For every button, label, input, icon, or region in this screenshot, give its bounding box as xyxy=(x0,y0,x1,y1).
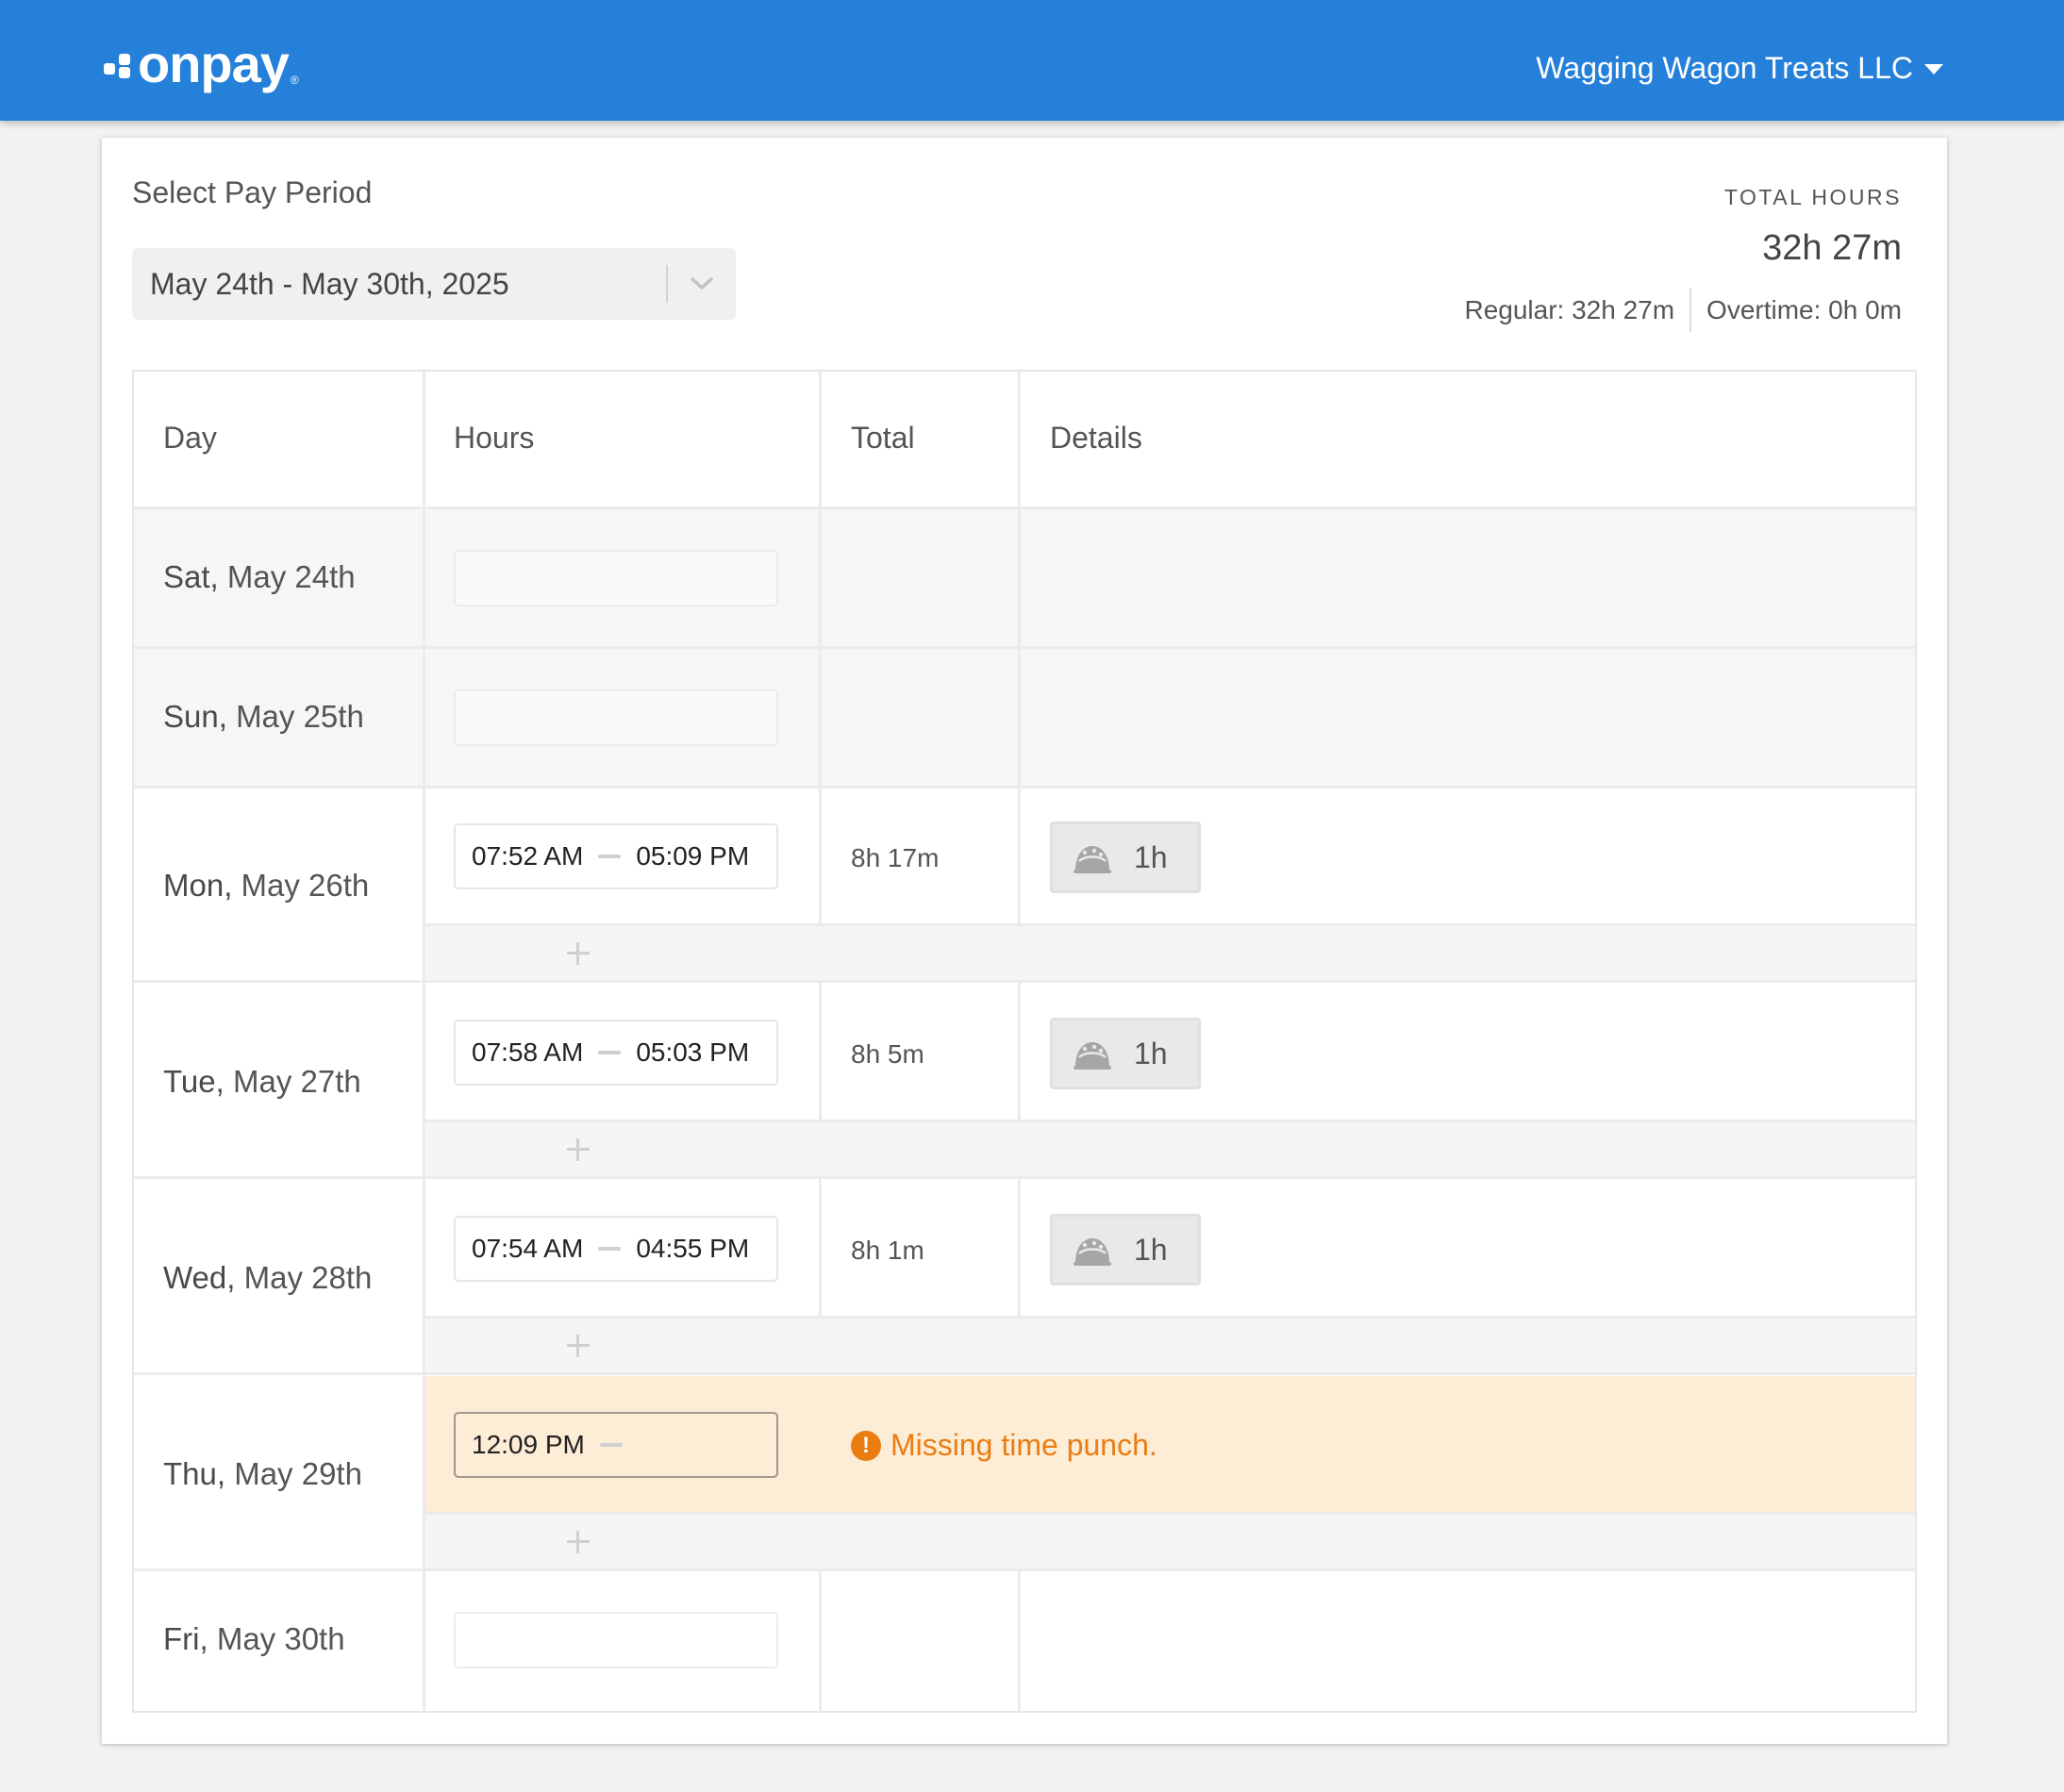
day-total: 8h 1m xyxy=(851,1236,924,1265)
day-date: May 28th xyxy=(243,1260,373,1295)
day-of-week: Thu, xyxy=(163,1456,226,1491)
time-range-dash xyxy=(599,1443,623,1447)
day-of-week: Mon, xyxy=(163,868,233,903)
caret-down-icon xyxy=(1924,63,1943,75)
time-range-dash xyxy=(598,1247,622,1251)
clock-in-time: 07:54 AM xyxy=(472,1234,584,1263)
meal-break-icon xyxy=(1074,1238,1111,1266)
add-punch-strip xyxy=(425,1122,1915,1177)
break-duration: 1h xyxy=(1134,839,1168,874)
clock-out-time: 05:09 PM xyxy=(636,841,750,871)
plus-icon[interactable] xyxy=(565,940,591,967)
time-range-dash xyxy=(598,855,622,858)
hours-input[interactable] xyxy=(454,550,778,606)
timesheet-card: Select Pay Period May 24th - May 30th, 2… xyxy=(102,138,1947,1744)
column-header-details: Details xyxy=(1050,421,1142,455)
add-punch-strip xyxy=(425,1515,1915,1569)
hours-input[interactable]: 07:54 AM 04:55 PM xyxy=(454,1216,778,1282)
hours-input[interactable]: 07:58 AM 05:03 PM xyxy=(454,1020,778,1086)
hours-input[interactable]: 07:52 AM 05:09 PM xyxy=(454,823,778,889)
time-range-dash xyxy=(598,1051,622,1054)
day-date: May 26th xyxy=(241,868,370,903)
chevron-down-icon[interactable] xyxy=(668,248,736,320)
hours-input[interactable] xyxy=(454,1612,778,1668)
top-bar: onpay ® Wagging Wagon Treats LLC xyxy=(0,0,2064,121)
day-of-week: Tue, xyxy=(163,1064,225,1099)
breakdown-divider xyxy=(1689,289,1692,332)
missing-punch-warning: ! Missing time punch. xyxy=(851,1428,1157,1463)
day-label: Sat, May 24th xyxy=(163,559,356,595)
timesheet-table: Day Hours Total Details Sat, May 24th Su… xyxy=(132,370,1917,1713)
meal-break-icon xyxy=(1074,1042,1111,1070)
total-hours-title: TOTAL HOURS xyxy=(1723,185,1902,209)
company-name: Wagging Wagon Treats LLC xyxy=(1536,51,1913,85)
plus-icon[interactable] xyxy=(565,1137,591,1163)
column-header-hours: Hours xyxy=(454,421,535,455)
clock-in-time: 07:58 AM xyxy=(472,1037,584,1067)
column-header-day: Day xyxy=(163,421,217,455)
meal-break-button[interactable]: 1h xyxy=(1050,1214,1201,1286)
break-duration: 1h xyxy=(1134,1036,1168,1070)
meal-break-button[interactable]: 1h xyxy=(1050,821,1201,893)
logo-mark-icon xyxy=(104,54,132,82)
day-of-week: Sat, xyxy=(163,559,219,594)
hours-breakdown: Regular: 32h 27m Overtime: 0h 0m xyxy=(1464,289,1902,332)
day-total: 8h 17m xyxy=(851,843,940,872)
pay-period-label: Select Pay Period xyxy=(132,175,373,209)
add-punch-strip xyxy=(425,1319,1915,1373)
day-of-week: Sun, xyxy=(163,699,227,734)
day-label: Thu, May 29th xyxy=(163,1456,362,1492)
day-date: May 27th xyxy=(232,1064,361,1099)
day-of-week: Fri, xyxy=(163,1621,208,1656)
clock-in-time: 07:52 AM xyxy=(472,841,584,871)
logo-registered-mark: ® xyxy=(290,74,299,87)
pay-period-value: May 24th - May 30th, 2025 xyxy=(150,266,509,301)
weekend-rows-bg xyxy=(134,509,1915,788)
clock-out-time: 04:55 PM xyxy=(636,1234,750,1263)
overtime-hours: Overtime: 0h 0m xyxy=(1706,295,1902,324)
logo-text: onpay xyxy=(138,34,290,93)
day-label: Mon, May 26th xyxy=(163,868,369,904)
day-label: Wed, May 28th xyxy=(163,1260,372,1296)
meal-break-icon xyxy=(1074,846,1111,873)
break-duration: 1h xyxy=(1134,1232,1168,1267)
day-label: Sun, May 25th xyxy=(163,699,364,735)
day-of-week: Wed, xyxy=(163,1260,236,1295)
column-header-total: Total xyxy=(851,421,915,455)
day-total: 8h 5m xyxy=(851,1039,924,1069)
plus-icon[interactable] xyxy=(565,1529,591,1555)
day-label: Fri, May 30th xyxy=(163,1621,345,1657)
plus-icon[interactable] xyxy=(565,1333,591,1359)
hours-input[interactable] xyxy=(454,689,778,746)
warning-text: Missing time punch. xyxy=(891,1428,1157,1462)
company-switcher[interactable]: Wagging Wagon Treats LLC xyxy=(1536,49,1943,87)
regular-hours: Regular: 32h 27m xyxy=(1464,295,1675,324)
hours-input[interactable]: 12:09 PM xyxy=(454,1412,778,1478)
pay-period-select[interactable]: May 24th - May 30th, 2025 xyxy=(132,248,736,320)
day-label: Tue, May 27th xyxy=(163,1064,361,1100)
exclamation-circle-icon: ! xyxy=(851,1430,881,1461)
day-date: May 29th xyxy=(234,1456,362,1491)
clock-in-time: 12:09 PM xyxy=(472,1430,585,1459)
add-punch-strip xyxy=(425,926,1915,981)
clock-out-time: 05:03 PM xyxy=(636,1037,750,1067)
meal-break-button[interactable]: 1h xyxy=(1050,1018,1201,1089)
day-date: May 30th xyxy=(216,1621,345,1656)
total-hours-value: 32h 27m xyxy=(1762,228,1902,268)
onpay-logo[interactable]: onpay ® xyxy=(104,36,299,92)
day-date: May 24th xyxy=(226,559,356,594)
day-date: May 25th xyxy=(236,699,364,734)
